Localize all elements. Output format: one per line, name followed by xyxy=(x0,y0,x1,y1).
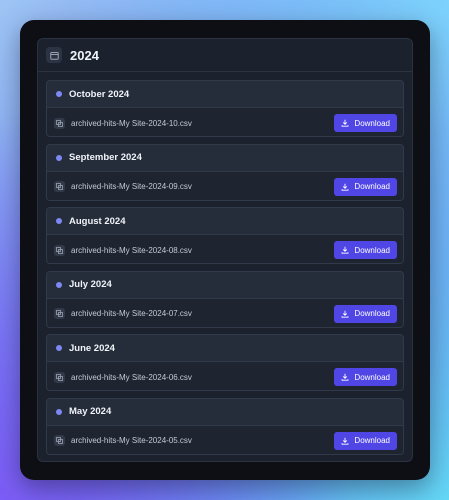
file-icon xyxy=(54,308,65,319)
download-label: Download xyxy=(354,372,390,382)
file-row: archived-hits-My Site-2024-06.csv Downlo… xyxy=(47,362,403,390)
bullet-dot-icon xyxy=(56,281,62,288)
bullet-dot-icon xyxy=(56,345,62,351)
download-label: Download xyxy=(354,309,390,318)
download-button[interactable]: Download xyxy=(334,431,397,450)
month-header: May 2024 xyxy=(47,399,403,426)
file-name: archived-hits-My Site-2024-06.csv xyxy=(71,372,192,382)
file-row: archived-hits-My Site-2024-09.csv Downlo… xyxy=(47,171,403,200)
file-name: archived-hits-My Site-2024-07.csv xyxy=(71,309,192,318)
month-title: August 2024 xyxy=(69,215,126,227)
file-row: archived-hits-My Site-2024-10.csv Downlo… xyxy=(47,108,403,136)
file-row: archived-hits-My Site-2024-08.csv Downlo… xyxy=(47,235,403,263)
month-header: August 2024 xyxy=(47,208,403,235)
file-name: archived-hits-My Site-2024-10.csv xyxy=(71,118,192,128)
download-icon xyxy=(341,183,349,191)
month-card: August 2024 archived-hits-My Site-2024-0… xyxy=(46,207,404,264)
download-label: Download xyxy=(354,245,390,255)
month-list: October 2024 archived-hits-My Site-2024-… xyxy=(46,80,404,461)
download-icon xyxy=(341,373,349,381)
file-row: archived-hits-My Site-2024-07.csv Downlo… xyxy=(47,298,403,327)
download-label: Download xyxy=(354,182,390,191)
download-label: Download xyxy=(354,436,390,445)
file-icon xyxy=(54,117,65,129)
year-header: 2024 xyxy=(38,39,412,72)
download-icon xyxy=(341,310,349,318)
month-title: June 2024 xyxy=(69,342,115,354)
bullet-dot-icon xyxy=(56,218,62,224)
month-card: October 2024 archived-hits-My Site-2024-… xyxy=(46,80,404,137)
month-title: October 2024 xyxy=(69,88,130,100)
month-header: June 2024 xyxy=(47,335,403,362)
bullet-dot-icon xyxy=(56,154,62,161)
calendar-icon xyxy=(46,47,62,63)
file-icon xyxy=(54,244,65,256)
file-name: archived-hits-My Site-2024-08.csv xyxy=(71,245,192,255)
file-name: archived-hits-My Site-2024-09.csv xyxy=(71,182,192,191)
month-card: June 2024 archived-hits-My Site-2024-06.… xyxy=(46,334,404,391)
download-button[interactable]: Download xyxy=(334,368,397,386)
month-header: July 2024 xyxy=(47,272,403,299)
file-row: archived-hits-My Site-2024-05.csv Downlo… xyxy=(47,425,403,454)
file-name: archived-hits-My Site-2024-05.csv xyxy=(71,436,192,445)
download-icon xyxy=(341,119,349,127)
download-icon xyxy=(341,437,349,445)
archive-panel: 2024 October 2024 archived-hits-My Site-… xyxy=(37,38,413,462)
month-header: October 2024 xyxy=(47,81,403,108)
file-icon xyxy=(54,181,65,192)
month-card: May 2024 archived-hits-My Site-2024-05.c… xyxy=(46,397,404,455)
year-title: 2024 xyxy=(70,47,99,63)
file-icon xyxy=(54,371,65,383)
download-button[interactable]: Download xyxy=(334,304,397,323)
month-title: September 2024 xyxy=(69,152,142,163)
download-icon xyxy=(341,246,349,254)
download-label: Download xyxy=(354,118,390,128)
download-button[interactable]: Download xyxy=(334,114,397,132)
month-card: September 2024 archived-hits-My Site-202… xyxy=(46,143,404,201)
month-title: May 2024 xyxy=(69,406,112,417)
month-card: July 2024 archived-hits-My Site-2024-07.… xyxy=(46,270,404,328)
device-frame: 2024 October 2024 archived-hits-My Site-… xyxy=(20,20,430,480)
bullet-dot-icon xyxy=(56,408,62,415)
bullet-dot-icon xyxy=(56,91,62,97)
month-title: July 2024 xyxy=(69,279,112,290)
download-button[interactable]: Download xyxy=(334,177,397,196)
month-header: September 2024 xyxy=(47,145,403,172)
download-button[interactable]: Download xyxy=(334,241,397,259)
file-icon xyxy=(54,435,65,446)
